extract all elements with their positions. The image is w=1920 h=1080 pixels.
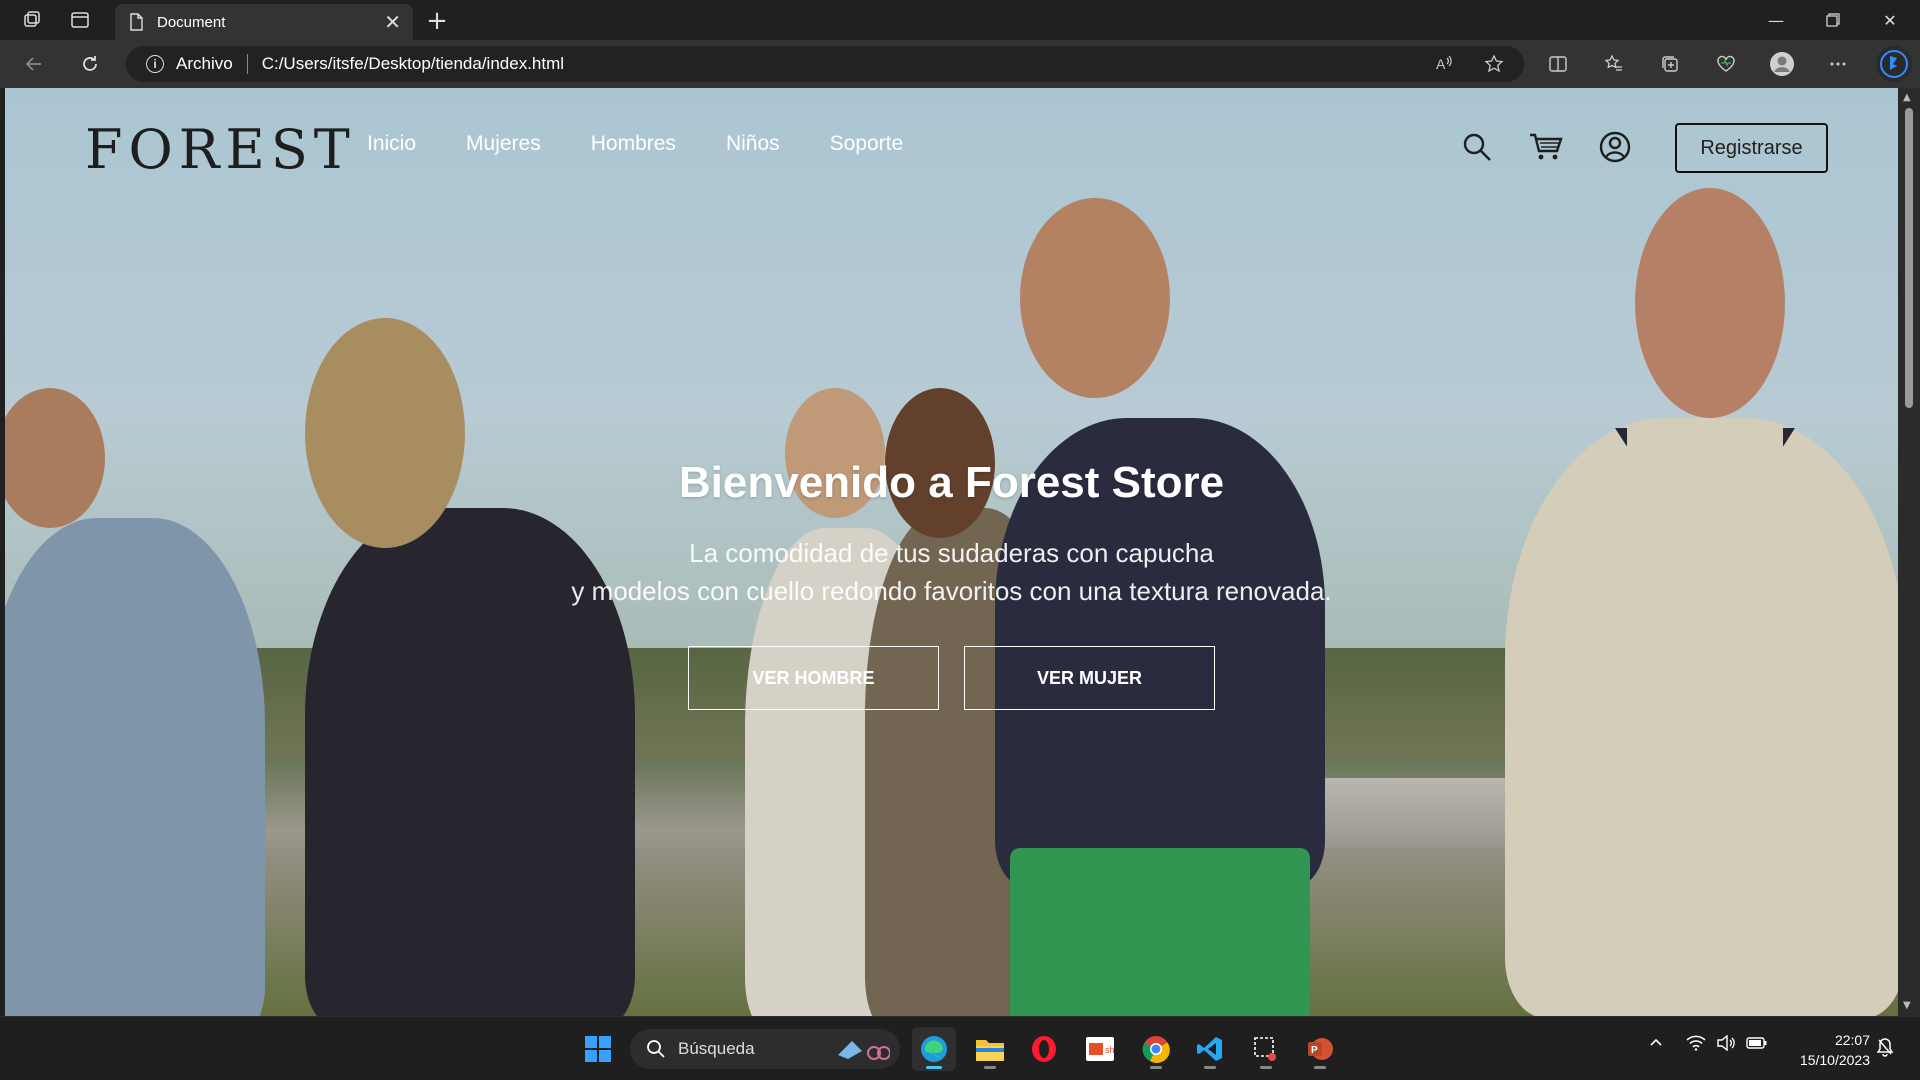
tab-title: Document (157, 13, 226, 31)
info-icon[interactable]: i (146, 55, 164, 73)
file-explorer-icon[interactable] (968, 1027, 1012, 1071)
cart-icon[interactable] (1527, 128, 1565, 166)
battery-icon[interactable] (1746, 1035, 1768, 1055)
svg-text:sh: sh (1105, 1045, 1115, 1055)
powerpoint-icon[interactable]: P (1298, 1027, 1342, 1071)
chrome-indicator (1150, 1066, 1162, 1069)
user-account-icon[interactable] (1596, 128, 1634, 166)
search-highlight-icon (834, 1035, 890, 1063)
main-nav: Inicio Mujeres Hombres Niños Soporte (367, 132, 903, 156)
register-button[interactable]: Registrarse (1675, 123, 1828, 173)
taskbar-search-icon (647, 1040, 665, 1058)
close-tab-icon[interactable]: ✕ (384, 10, 401, 34)
favorites-icon[interactable] (1598, 49, 1630, 79)
minimize-button[interactable]: — (1748, 0, 1804, 40)
nav-mujeres[interactable]: Mujeres (466, 132, 541, 156)
refresh-icon[interactable] (74, 49, 106, 79)
hero-subtitle: La comodidad de tus sudaderas con capuch… (5, 534, 1898, 610)
address-separator (246, 54, 248, 74)
svg-text:P: P (1311, 1045, 1318, 1056)
new-tab-button[interactable]: + (422, 6, 452, 36)
hero-subtitle-line1: La comodidad de tus sudaderas con capuch… (689, 538, 1214, 568)
more-options-icon[interactable] (1822, 49, 1854, 79)
show-hidden-icons-chevron[interactable] (1648, 1035, 1664, 1055)
profile-avatar-icon[interactable] (1766, 49, 1798, 79)
page-viewport: FOREST Inicio Mujeres Hombres Niños Sopo… (5, 88, 1898, 1016)
hero-content: Bienvenido a Forest Store La comodidad d… (5, 458, 1898, 610)
site-header: FOREST Inicio Mujeres Hombres Niños Sopo… (5, 88, 1898, 198)
copilot-icon[interactable] (1876, 46, 1912, 82)
address-url[interactable]: C:/Users/itsfe/Desktop/tienda/index.html (262, 54, 564, 74)
clock-time: 22:07 (1834, 1032, 1870, 1048)
system-clock[interactable]: 22:07 15/10/2023 (1786, 1030, 1870, 1070)
toolbar: i Archivo C:/Users/itsfe/Desktop/tienda/… (0, 40, 1920, 88)
restore-button[interactable] (1805, 0, 1861, 40)
chrome-icon[interactable] (1134, 1027, 1178, 1071)
nav-inicio[interactable]: Inicio (367, 132, 416, 156)
close-window-button[interactable]: ✕ (1862, 0, 1918, 40)
nav-soporte[interactable]: Soporte (830, 132, 904, 156)
read-aloud-icon[interactable]: A (1428, 49, 1460, 79)
nav-ninos[interactable]: Niños (726, 132, 780, 156)
snipping-tool-icon[interactable] (1244, 1027, 1288, 1071)
page-scrollbar[interactable]: ▲ ▼ (1898, 88, 1920, 1016)
ver-hombre-button[interactable]: VER HOMBRE (688, 646, 939, 710)
site-logo[interactable]: FOREST (85, 118, 356, 181)
scroll-up-icon[interactable]: ▲ (1903, 92, 1911, 103)
vscode-indicator (1204, 1066, 1216, 1069)
page-icon (127, 13, 145, 31)
clock-date: 15/10/2023 (1799, 1052, 1870, 1068)
back-icon[interactable] (18, 49, 50, 79)
workspaces-icon[interactable] (14, 2, 50, 38)
tab-actions-icon[interactable] (62, 2, 98, 38)
taskbar-search[interactable]: Búsqueda (630, 1029, 900, 1069)
windows-taskbar: Búsqueda sh P 22:07 15/10/2023 (0, 1016, 1920, 1080)
edge-taskbar-icon[interactable] (912, 1027, 956, 1071)
tab-document[interactable]: Document ✕ (115, 4, 413, 40)
opera-icon[interactable] (1022, 1027, 1066, 1071)
scrollbar-thumb[interactable] (1905, 108, 1913, 408)
snipping-tool-indicator (1260, 1066, 1272, 1069)
address-protocol: Archivo (176, 54, 233, 73)
hero-subtitle-line2: y modelos con cuello redondo favoritos c… (571, 576, 1332, 606)
hero-buttons: VER HOMBRE VER MUJER (688, 646, 1215, 710)
search-icon[interactable] (1458, 128, 1496, 166)
vscode-icon[interactable] (1188, 1027, 1232, 1071)
scroll-down-icon[interactable]: ▼ (1903, 1000, 1911, 1011)
ver-mujer-button[interactable]: VER MUJER (964, 646, 1215, 710)
notifications-bell-icon[interactable] (1876, 1037, 1894, 1061)
collections-icon[interactable] (1654, 49, 1686, 79)
address-bar[interactable]: i Archivo C:/Users/itsfe/Desktop/tienda/… (126, 46, 1524, 82)
file-explorer-indicator (984, 1066, 996, 1069)
favorite-star-icon[interactable] (1478, 49, 1510, 79)
volume-icon[interactable] (1716, 1034, 1736, 1055)
hero-title: Bienvenido a Forest Store (678, 458, 1225, 507)
wifi-icon[interactable] (1686, 1035, 1706, 1055)
svg-text:A: A (1436, 56, 1446, 72)
office-app-icon[interactable]: sh (1078, 1027, 1122, 1071)
powerpoint-indicator (1314, 1066, 1326, 1069)
windows-start-icon[interactable] (576, 1027, 620, 1071)
split-screen-icon[interactable] (1542, 49, 1574, 79)
nav-hombres[interactable]: Hombres (591, 132, 676, 156)
edge-active-indicator (926, 1066, 942, 1069)
browser-essentials-icon[interactable] (1710, 49, 1742, 79)
taskbar-search-label: Búsqueda (678, 1039, 755, 1058)
